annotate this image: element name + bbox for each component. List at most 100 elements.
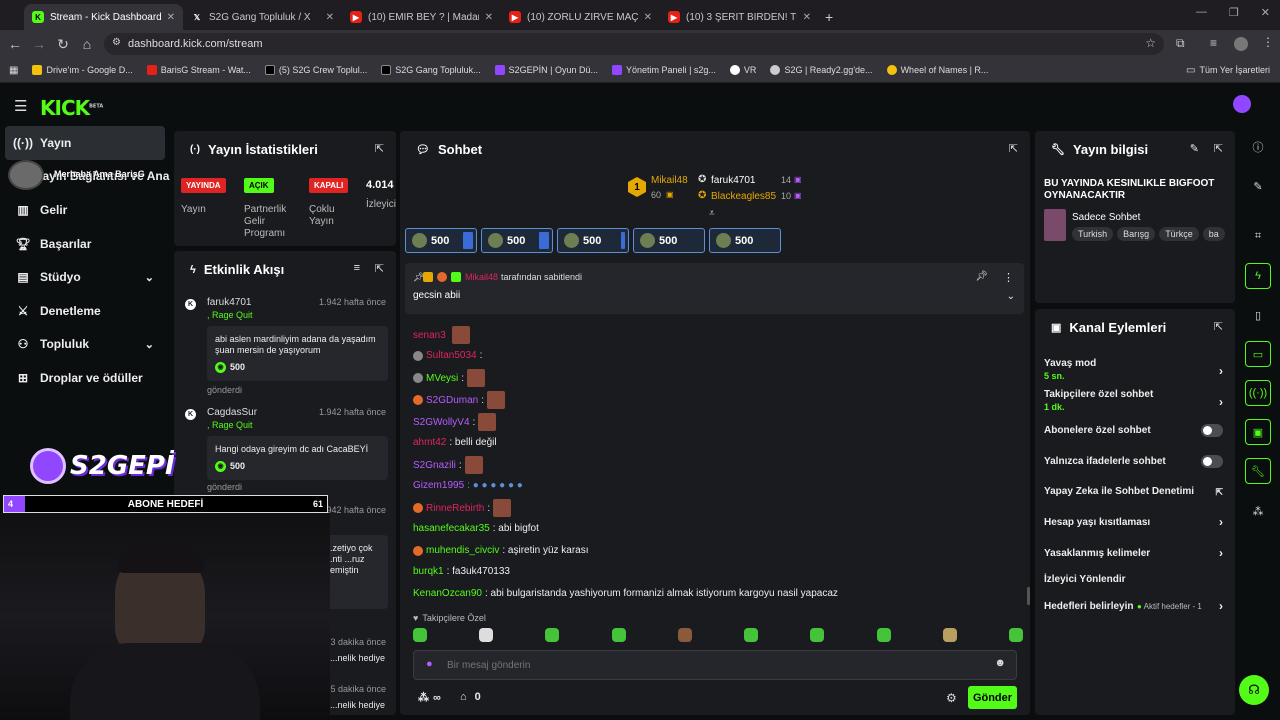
event-user[interactable]: CagdasSur <box>207 407 257 418</box>
broadcast-icon[interactable]: ((·)) <box>1245 380 1271 406</box>
unpin-icon[interactable]: 📌︎ <box>975 271 988 282</box>
popout-icon[interactable]: ⇱ <box>1214 142 1223 155</box>
sidebar-item-droplar[interactable]: ⊞ Droplar ve ödüller <box>0 361 170 395</box>
tab-youtube-2[interactable]: ▶ (10) ZORLU ZİRVE MAÇLARI! H ✕ <box>501 4 660 30</box>
chat-username[interactable]: Sultan5034 <box>426 350 477 361</box>
chat-input[interactable] <box>447 656 967 674</box>
gift-card[interactable]: 500 <box>405 228 477 253</box>
bookmark-item[interactable]: VR <box>729 65 756 75</box>
gift-card[interactable]: 500 <box>709 228 781 253</box>
action-ai-moderation[interactable]: Yapay Zeka ile Sohbet Denetimi ⇱ <box>1044 486 1227 497</box>
user-avatar[interactable] <box>1233 95 1251 113</box>
popout-icon[interactable]: ⇱ <box>375 262 384 275</box>
subscribers-only-toggle[interactable] <box>1201 424 1223 437</box>
chat-username[interactable]: senan3 <box>413 330 446 341</box>
sidebar-item-topluluk[interactable]: ⚇ Topluluk ⌄ <box>0 328 170 362</box>
filter-icon[interactable]: ≡ <box>354 262 360 274</box>
gift-card[interactable]: 500 <box>633 228 705 253</box>
gift-card[interactable]: 500 <box>557 228 629 253</box>
sidebar-item-denetleme[interactable]: ⚔ Denetleme <box>0 294 170 328</box>
sidebar-item-studyo[interactable]: ▤ Stüdyo ⌄ <box>0 260 170 294</box>
emotes-only-toggle[interactable] <box>1201 455 1223 468</box>
chat-username[interactable]: muhendis_civciv <box>426 545 499 556</box>
bookmark-item[interactable]: Wheel of Names | R... <box>886 65 988 75</box>
chat-scrollbar[interactable] <box>1027 587 1030 605</box>
action-goals[interactable]: Hedefleri belirleyin ● Aktif hedefler - 1… <box>1044 599 1227 613</box>
action-banned-words[interactable]: Yasaklanmış kelimeler › <box>1044 546 1227 560</box>
event-user[interactable]: faruk4701 <box>207 297 251 308</box>
edit-pencil-icon[interactable]: ✎ <box>1190 142 1199 155</box>
site-info-icon[interactable]: ⚙ <box>112 37 121 48</box>
category-name[interactable]: Sadece Sohbet <box>1072 212 1140 223</box>
category-thumbnail[interactable] <box>1044 209 1066 241</box>
chat-username[interactable]: MVeysi <box>426 373 458 384</box>
pinned-by[interactable]: Mikail48 <box>465 272 498 282</box>
bookmark-item[interactable]: BarisG Stream - Wat... <box>146 65 251 75</box>
mic-icon[interactable]: ● <box>426 658 433 670</box>
chat-bubble-icon[interactable]: ▭ <box>1245 341 1271 367</box>
popout-icon[interactable]: ⇱ <box>1214 320 1223 333</box>
channel-icon[interactable]: ▣ <box>1245 419 1271 445</box>
bookmark-item[interactable]: S2GEPİN | Oyun Dü... <box>494 65 598 75</box>
chat-username[interactable]: Gizem1995 <box>413 480 464 491</box>
emote-icon[interactable] <box>942 628 957 642</box>
points-display[interactable]: ⁂ ∞ <box>418 691 441 705</box>
bookmarks-folder[interactable]: ▭ Tüm Yer İşaretleri <box>1186 65 1270 76</box>
lightning-icon[interactable]: ϟ <box>1245 263 1271 289</box>
tab-x[interactable]: 𝕏 S2G Gang Topluluk / X ✕ <box>183 4 342 30</box>
close-icon[interactable]: ✕ <box>326 12 334 23</box>
crop-icon[interactable]: ⌗ <box>1245 223 1271 249</box>
reading-list-icon[interactable]: ≡ <box>1210 36 1217 50</box>
chat-username[interactable]: hasanefecakar35 <box>413 523 490 534</box>
action-account-age[interactable]: Hesap yaşı kısıtlaması › <box>1044 515 1227 529</box>
edit-pencil-icon[interactable]: ✎ <box>1245 173 1271 199</box>
chat-input-box[interactable]: ● ☻ <box>413 650 1017 680</box>
bookmark-item[interactable]: S2G | Ready2.gg'de... <box>770 65 873 75</box>
popout-icon[interactable]: ⇱ <box>1009 142 1018 155</box>
tab-youtube-3[interactable]: ▶ (10) 3 ŞERİT BİRDEN! Türkiye'd ✕ <box>660 4 819 30</box>
menu-icon[interactable]: ⋮ <box>1262 35 1274 49</box>
address-bar[interactable]: ⚙ dashboard.kick.com/stream ☆ <box>104 33 1164 55</box>
chat-username[interactable]: S2GDuman <box>426 395 478 406</box>
minimize-icon[interactable]: — <box>1196 6 1207 19</box>
action-slow-mode[interactable]: Yavaş mod 5 sn. › <box>1044 358 1227 381</box>
settings-gear-icon[interactable]: ⚙ <box>946 691 957 705</box>
gift-card[interactable]: 500 <box>481 228 553 253</box>
bookmark-item[interactable]: Drive'ım - Google D... <box>32 65 133 75</box>
tab-youtube-1[interactable]: ▶ (10) EMİR BEY ? | Madara Oldu ✕ <box>342 4 501 30</box>
emote-icon[interactable] <box>545 628 560 642</box>
bookmark-star-icon[interactable]: ☆ <box>1145 36 1156 50</box>
leader-name[interactable]: Blackeagles85 <box>711 191 776 202</box>
kick-logo[interactable]: KICKBETA <box>40 96 103 120</box>
hamburger-menu-icon[interactable]: ☰ <box>14 97 27 115</box>
bookmark-item[interactable]: Yönetim Paneli | s2g... <box>612 65 716 75</box>
action-raid[interactable]: İzleyici Yönlendir <box>1044 574 1227 585</box>
info-icon[interactable]: ⓘ <box>1245 134 1271 160</box>
emote-icon[interactable] <box>1008 628 1023 642</box>
nodes-icon[interactable]: ⁂ <box>1245 498 1271 524</box>
sidebar-item-basarilar[interactable]: 🏆︎ Başarılar <box>0 227 170 261</box>
close-icon[interactable]: ✕ <box>803 12 811 23</box>
chat-username[interactable]: ahmt42 <box>413 437 446 448</box>
document-icon[interactable]: ▯ <box>1245 302 1271 328</box>
emote-icon[interactable] <box>677 628 692 642</box>
new-tab-button[interactable]: + <box>819 4 833 30</box>
sidebar-item-yayin[interactable]: ((·)) Yayın <box>5 126 165 160</box>
tag-chip[interactable]: ba <box>1202 227 1225 241</box>
profile-avatar[interactable] <box>1234 37 1248 51</box>
tag-chip[interactable]: Türkçe <box>1159 227 1199 241</box>
emote-icon[interactable] <box>810 628 825 642</box>
emote-icon[interactable] <box>744 628 759 642</box>
chat-username[interactable]: burqk1 <box>413 566 444 577</box>
close-icon[interactable]: ✕ <box>644 12 652 23</box>
bookmark-item[interactable]: S2G Gang Topluluk... <box>381 65 481 75</box>
store-display[interactable]: ⌂ 0 <box>460 691 481 703</box>
send-button[interactable]: Gönder <box>968 686 1017 709</box>
chevron-down-icon[interactable]: ⌄ <box>1007 291 1015 302</box>
popout-icon[interactable]: ⇱ <box>375 142 384 155</box>
more-icon[interactable]: ⋮ <box>1003 271 1014 284</box>
emote-icon[interactable] <box>611 628 626 642</box>
extensions-icon[interactable]: ⧉ <box>1176 36 1185 51</box>
back-icon[interactable]: ← <box>3 32 27 56</box>
wrench-icon[interactable]: 🔧︎ <box>1245 458 1271 484</box>
